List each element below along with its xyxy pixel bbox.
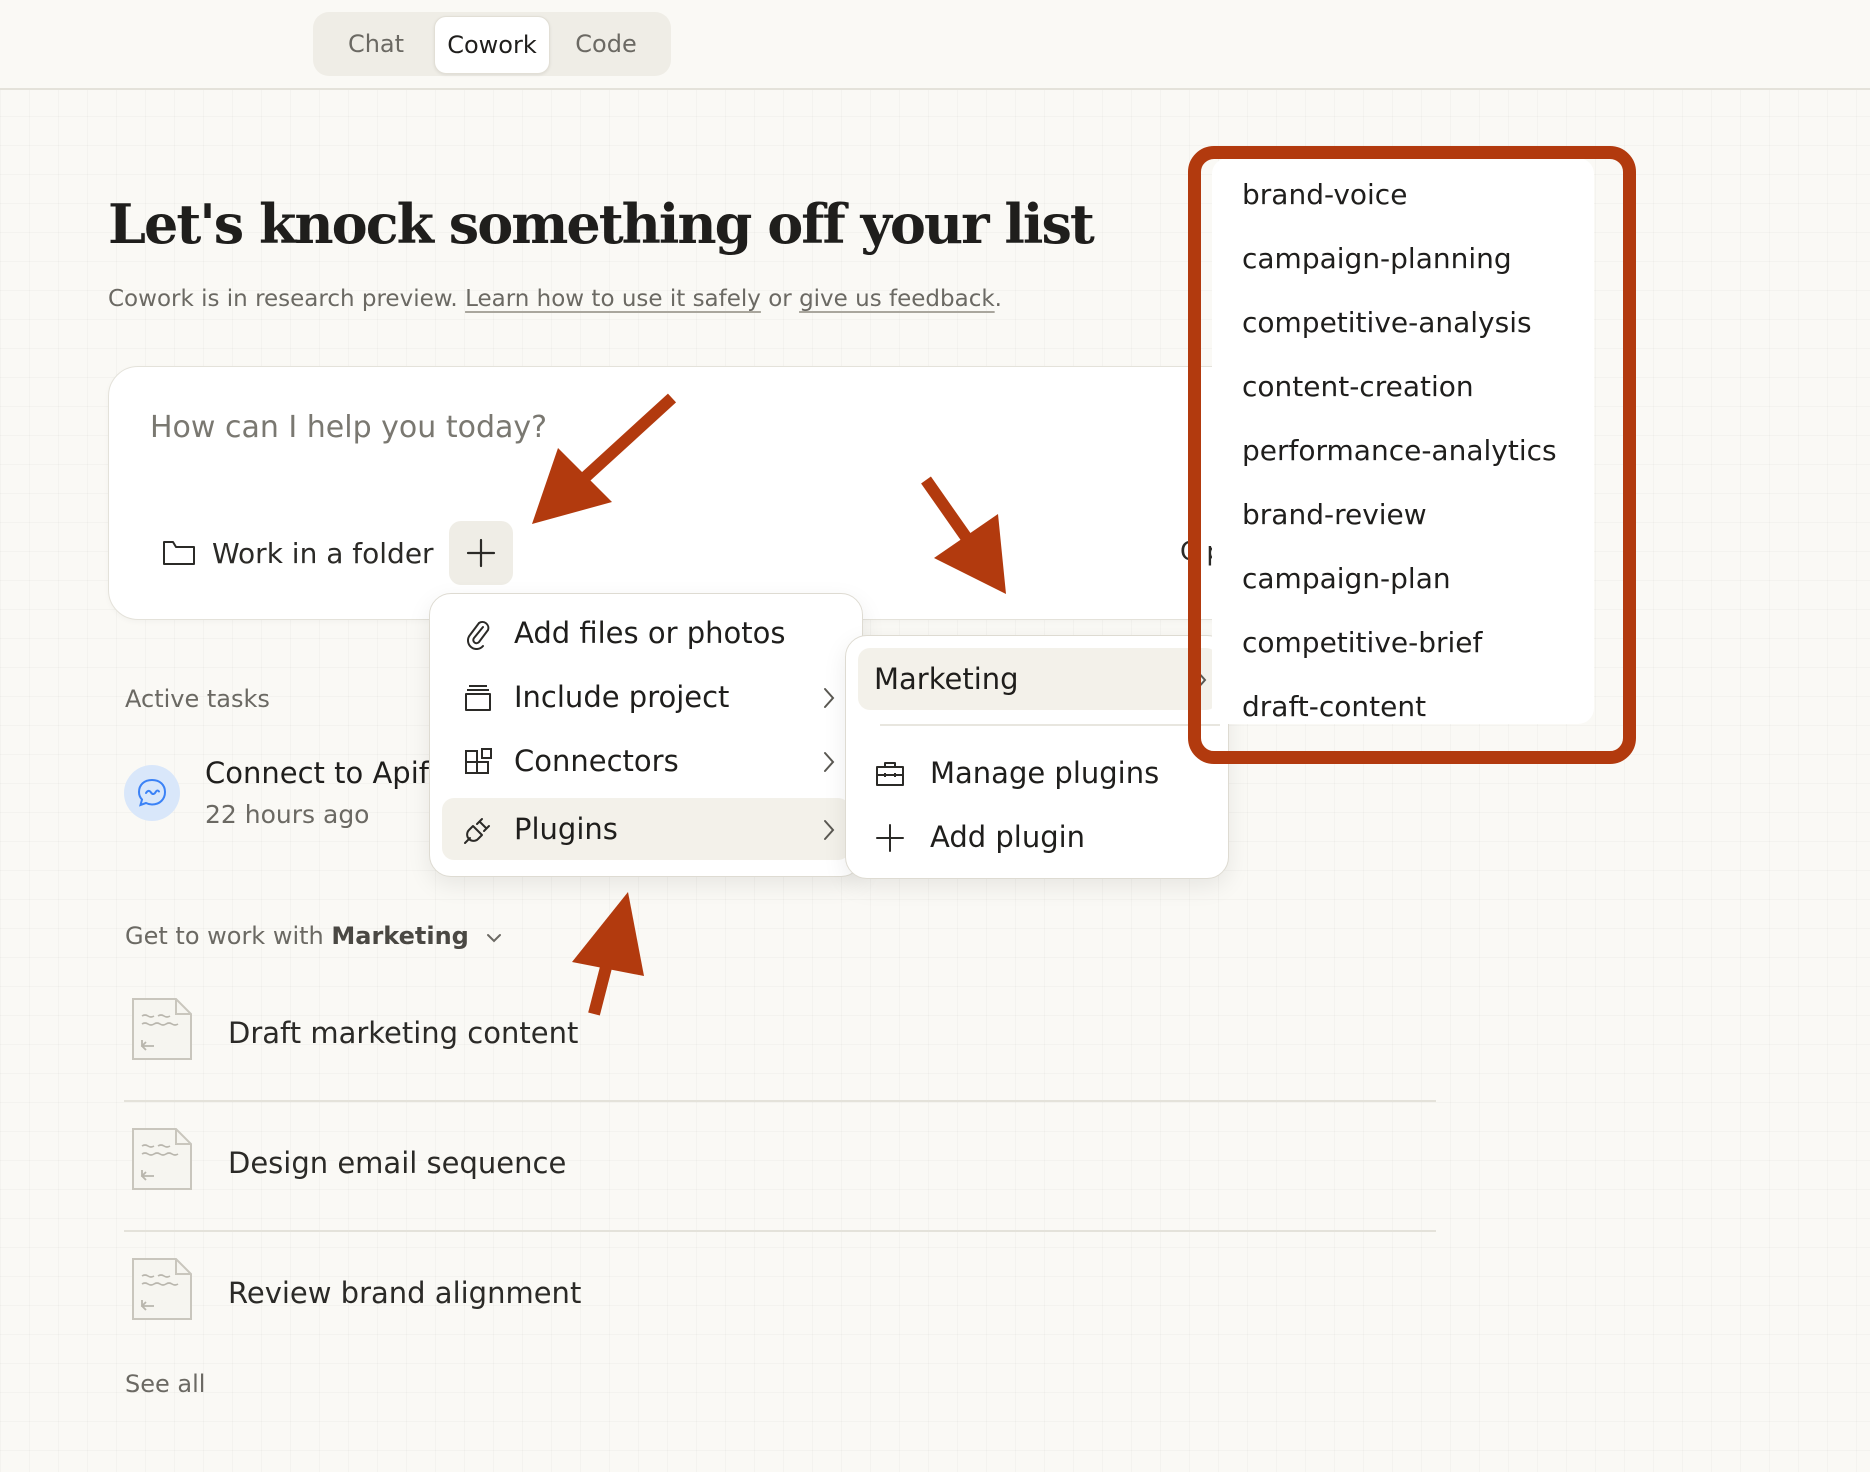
menu-item-label: Include project [514, 680, 730, 714]
add-plugin-label: Add plugin [930, 820, 1086, 854]
active-tasks-heading: Active tasks [125, 685, 270, 713]
menu-item-plugins[interactable]: Plugins [442, 798, 850, 860]
page-subtitle: Cowork is in research preview. Learn how… [108, 286, 1002, 312]
manage-plugins-item[interactable]: Manage plugins [858, 742, 1218, 804]
suggestion-label: Draft marketing content [228, 1016, 579, 1050]
add-plugin-item[interactable]: Add plugin [858, 806, 1218, 868]
task-avatar [124, 765, 180, 821]
suggestion-row[interactable]: Draft marketing content [124, 970, 1436, 1102]
prompt-input[interactable]: How can I help you today? [150, 410, 547, 445]
mode-tab-code[interactable]: Code [551, 16, 661, 72]
suggestion-label: Design email sequence [228, 1146, 567, 1180]
suggestion-label: Review brand alignment [228, 1276, 582, 1310]
folder-icon [163, 541, 195, 565]
connectors-grid-icon [465, 748, 492, 774]
chevron-down-icon [486, 934, 501, 943]
plug-icon [464, 818, 490, 844]
menu-item-label: Connectors [514, 744, 679, 778]
subtitle-suffix: . [994, 286, 1002, 312]
menu-divider [880, 724, 1220, 726]
chevron-right-icon [824, 752, 835, 772]
page-title: Let's knock something off your list [108, 192, 1095, 256]
paperclip-icon [467, 620, 490, 650]
task-title[interactable]: Connect to Apify [205, 756, 446, 790]
work-in-folder-label: Work in a folder [212, 536, 434, 570]
suggestion-row[interactable]: Design email sequence [124, 1100, 1436, 1232]
menu-item-label: Plugins [514, 812, 618, 846]
project-box-icon [465, 685, 491, 711]
plus-icon [466, 538, 496, 568]
plugins-submenu: Marketing Manage plugins Add plugin [845, 635, 1229, 879]
see-all-link[interactable]: See all [125, 1370, 205, 1398]
learn-safely-link[interactable]: Learn how to use it safely [465, 286, 761, 312]
plugin-item-label: Marketing [874, 662, 1019, 696]
chat-bubble-icon [137, 778, 167, 807]
document-icon [132, 998, 192, 1060]
mode-tab-cowork[interactable]: Cowork [434, 16, 550, 74]
work-in-folder-button[interactable]: Work in a folder [162, 530, 434, 576]
top-bar: Chat Cowork Code [0, 0, 1870, 90]
annotation-highlight-box [1188, 146, 1636, 764]
add-content-menu: Add files or photos Include project Conn… [429, 593, 863, 877]
composer-box [108, 366, 1260, 620]
subtitle-mid: or [760, 286, 800, 312]
menu-item-include-project[interactable]: Include project [442, 666, 850, 728]
suggestions-plugin-name: Marketing [331, 922, 469, 950]
plus-icon [876, 824, 904, 852]
menu-item-add-files[interactable]: Add files or photos [442, 602, 850, 664]
mode-switcher: Chat Cowork Code [313, 12, 671, 76]
document-icon [132, 1258, 192, 1320]
chevron-right-icon [824, 820, 835, 840]
suggestions-prefix: Get to work with [125, 922, 332, 950]
task-timestamp: 22 hours ago [205, 800, 370, 829]
menu-item-label: Add files or photos [514, 616, 786, 650]
manage-plugins-label: Manage plugins [930, 756, 1160, 790]
suggestions-heading[interactable]: Get to work with Marketing [125, 922, 503, 950]
chevron-right-icon [824, 688, 835, 708]
suggestion-row[interactable]: Review brand alignment [124, 1230, 1436, 1360]
mode-tab-chat[interactable]: Chat [321, 16, 431, 72]
add-content-button[interactable] [449, 521, 513, 585]
feedback-link[interactable]: give us feedback [799, 286, 995, 312]
subtitle-prefix: Cowork is in research preview. [108, 286, 466, 312]
toolbox-icon [876, 762, 904, 786]
menu-item-connectors[interactable]: Connectors [442, 730, 850, 792]
plugin-item-marketing[interactable]: Marketing [858, 648, 1218, 710]
document-icon [132, 1128, 192, 1190]
